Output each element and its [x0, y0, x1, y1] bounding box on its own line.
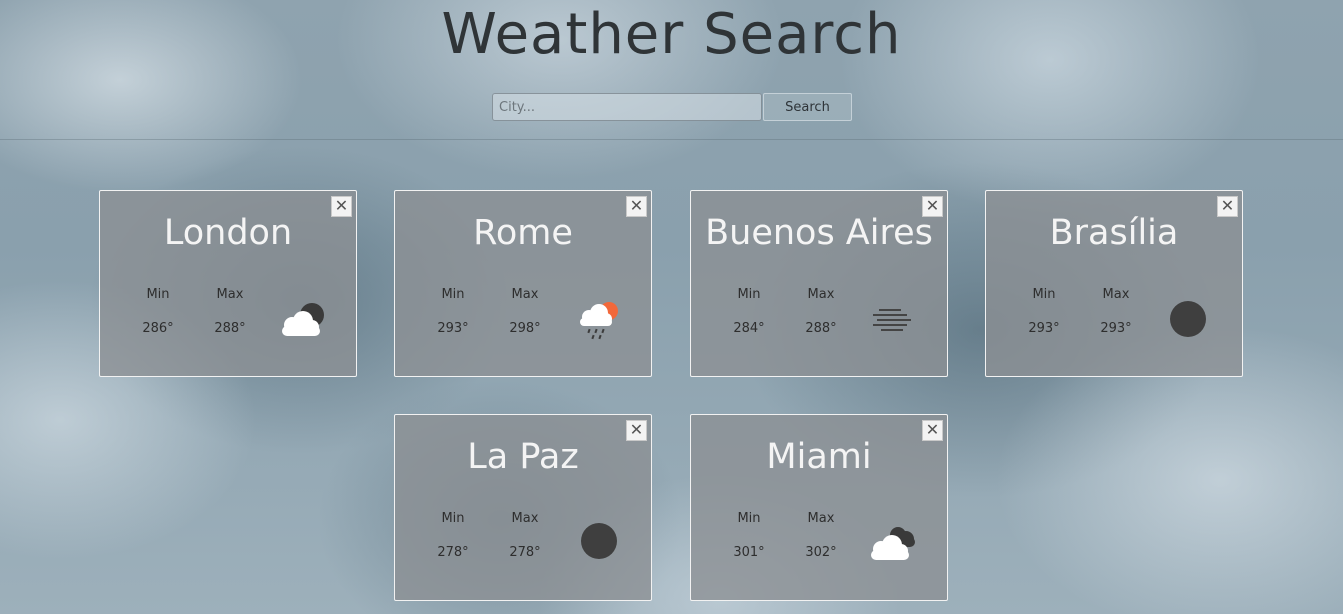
max-temp: 302°	[805, 545, 837, 560]
weather-card-london: ✕ London Min Max 286° 288°	[99, 190, 357, 377]
city-name: London	[163, 213, 293, 253]
min-label: Min	[441, 511, 465, 526]
min-label: Min	[737, 287, 761, 302]
search-button[interactable]: Search	[763, 93, 852, 121]
rain-sun-icon	[580, 302, 618, 340]
city-name: La Paz	[467, 437, 579, 477]
min-temp: 284°	[733, 321, 765, 336]
max-label: Max	[511, 511, 539, 526]
max-temp: 278°	[509, 545, 541, 560]
cloudy-icon	[871, 527, 915, 560]
weather-card-brasilia: ✕ Brasília Min Max 293° 293°	[985, 190, 1243, 377]
city-search-input[interactable]	[492, 93, 762, 121]
max-label: Max	[1102, 287, 1130, 302]
header: Weather Search Search	[0, 0, 1343, 140]
min-temp: 301°	[733, 545, 765, 560]
weather-card-buenos-aires: ✕ Buenos Aires Min Max 284° 288°	[690, 190, 948, 377]
cloud-moon-icon	[282, 303, 324, 336]
min-temp: 293°	[437, 321, 469, 336]
max-temp: 293°	[1100, 321, 1132, 336]
max-temp: 288°	[214, 321, 246, 336]
min-temp: 286°	[142, 321, 174, 336]
fog-icon	[873, 309, 911, 331]
city-name: Miami	[766, 437, 872, 477]
city-name: Brasília	[1049, 213, 1179, 253]
city-name: Rome	[473, 213, 573, 253]
max-label: Max	[807, 511, 835, 526]
max-label: Max	[216, 287, 244, 302]
max-temp: 298°	[509, 321, 541, 336]
max-label: Max	[807, 287, 835, 302]
min-label: Min	[1032, 287, 1056, 302]
max-temp: 288°	[805, 321, 837, 336]
page-title: Weather Search	[441, 2, 902, 67]
city-name: Buenos Aires	[705, 213, 933, 253]
weather-card-la-paz: ✕ La Paz Min Max 278° 278°	[394, 414, 652, 601]
moon-icon	[581, 523, 617, 559]
min-label: Min	[737, 511, 761, 526]
moon-icon	[1170, 301, 1206, 337]
min-temp: 278°	[437, 545, 469, 560]
max-label: Max	[511, 287, 539, 302]
weather-card-miami: ✕ Miami Min Max 301° 302°	[690, 414, 948, 601]
min-label: Min	[146, 287, 170, 302]
min-label: Min	[441, 287, 465, 302]
weather-card-rome: ✕ Rome Min Max 293° 298°	[394, 190, 652, 377]
min-temp: 293°	[1028, 321, 1060, 336]
